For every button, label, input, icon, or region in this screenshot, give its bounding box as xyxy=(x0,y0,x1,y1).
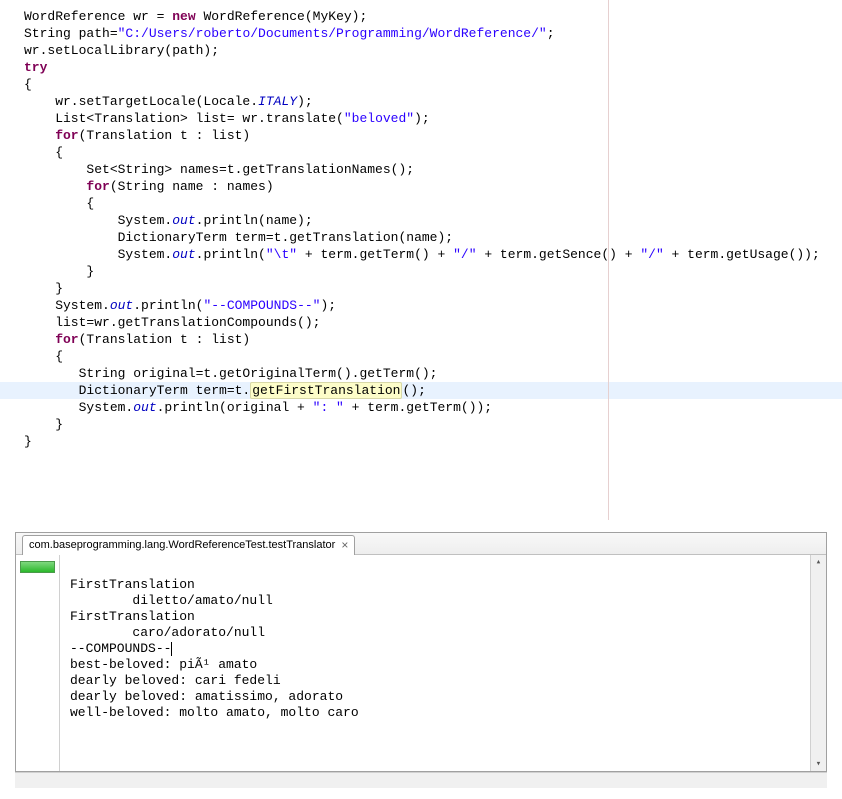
code-line: List<Translation> list= wr.translate("be… xyxy=(24,110,842,127)
code-line: list=wr.getTranslationCompounds(); xyxy=(24,314,842,331)
print-margin xyxy=(608,0,609,520)
output-panel: com.baseprogramming.lang.WordReferenceTe… xyxy=(15,532,827,772)
code-line: Set<String> names=t.getTranslationNames(… xyxy=(24,161,842,178)
code-line: System.out.println(name); xyxy=(24,212,842,229)
scroll-up-icon[interactable]: ▴ xyxy=(816,557,821,567)
code-line: { xyxy=(24,76,842,93)
console-line: caro/adorato/null xyxy=(70,625,265,640)
code-line-highlighted: DictionaryTerm term=t.getFirstTranslatio… xyxy=(0,382,842,399)
console-line: FirstTranslation xyxy=(70,577,195,592)
console-line: dearly beloved: cari fedeli xyxy=(70,673,281,688)
code-line: DictionaryTerm term=t.getTranslation(nam… xyxy=(24,229,842,246)
console-output[interactable]: FirstTranslation diletto/amato/null Firs… xyxy=(60,555,810,771)
code-line: } xyxy=(24,433,842,450)
tab-label: com.baseprogramming.lang.WordReferenceTe… xyxy=(29,539,335,551)
code-line: { xyxy=(24,195,842,212)
console-line: diletto/amato/null xyxy=(70,593,273,608)
test-result-tab[interactable]: com.baseprogramming.lang.WordReferenceTe… xyxy=(22,535,355,555)
code-line: System.out.println(original + ": " + ter… xyxy=(24,399,842,416)
code-line: String original=t.getOriginalTerm().getT… xyxy=(24,365,842,382)
scroll-down-icon[interactable]: ▾ xyxy=(816,759,821,769)
code-line: String path="C:/Users/roberto/Documents/… xyxy=(24,25,842,42)
occurrence-highlight: getFirstTranslation xyxy=(250,382,402,399)
console-line: best-beloved: piÃ¹ amato xyxy=(70,657,257,672)
code-line: wr.setTargetLocale(Locale.ITALY); xyxy=(24,93,842,110)
text-cursor xyxy=(171,642,172,656)
horizontal-scrollbar[interactable] xyxy=(15,772,827,788)
code-line: wr.setLocalLibrary(path); xyxy=(24,42,842,59)
test-progress-bar xyxy=(20,561,55,573)
output-body: FirstTranslation diletto/amato/null Firs… xyxy=(16,555,826,771)
code-line: WordReference wr = new WordReference(MyK… xyxy=(24,8,842,25)
console-line: --COMPOUNDS-- xyxy=(70,641,171,656)
code-line: { xyxy=(24,348,842,365)
test-progress-column xyxy=(16,555,60,771)
code-editor[interactable]: WordReference wr = new WordReference(MyK… xyxy=(0,0,842,520)
code-line: } xyxy=(24,280,842,297)
console-line: well-beloved: molto amato, molto caro xyxy=(70,705,359,720)
output-tab-bar: com.baseprogramming.lang.WordReferenceTe… xyxy=(16,533,826,555)
code-line: } xyxy=(24,416,842,433)
code-line: System.out.println("\t" + term.getTerm()… xyxy=(24,246,842,263)
code-line: { xyxy=(24,144,842,161)
code-line: } xyxy=(24,263,842,280)
console-line: FirstTranslation xyxy=(70,609,195,624)
console-line: dearly beloved: amatissimo, adorato xyxy=(70,689,343,704)
vertical-scrollbar[interactable]: ▴ ▾ xyxy=(810,555,826,771)
code-line: for(Translation t : list) xyxy=(24,331,842,348)
code-line: try xyxy=(24,59,842,76)
code-line: for(String name : names) xyxy=(24,178,842,195)
close-icon[interactable]: × xyxy=(341,539,348,551)
code-line: for(Translation t : list) xyxy=(24,127,842,144)
code-line: System.out.println("--COMPOUNDS--"); xyxy=(24,297,842,314)
